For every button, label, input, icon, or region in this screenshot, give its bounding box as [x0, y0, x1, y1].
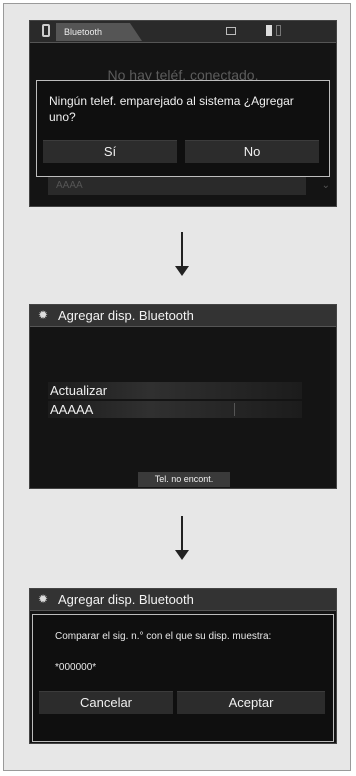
list-item-update[interactable]: Actualizar	[48, 382, 302, 399]
settings-gear-icon: ✹	[38, 592, 49, 606]
cancel-button[interactable]: Cancelar	[39, 691, 173, 714]
page-title: Agregar disp. Bluetooth	[58, 592, 194, 607]
settings-gear-icon: ✹	[38, 308, 49, 322]
phone-not-found-button[interactable]: Tel. no encont.	[138, 472, 230, 487]
screen-pairing-code: ✹ Agregar disp. Bluetooth Comparar el si…	[29, 588, 337, 744]
pairing-code: *000000*	[55, 662, 97, 673]
page-title: Agregar disp. Bluetooth	[58, 308, 194, 323]
phone-icon	[42, 24, 50, 37]
signal-icon	[226, 27, 236, 35]
down-arrow-icon	[175, 516, 189, 560]
tab-bluetooth[interactable]: Bluetooth	[56, 23, 142, 41]
row-divider	[234, 403, 235, 416]
screen-add-device: ✹ Agregar disp. Bluetooth Actualizar AAA…	[29, 304, 337, 489]
screen-no-phone-dialog: Bluetooth No hay teléf. conectado. AAAA …	[29, 20, 337, 207]
no-button[interactable]: No	[185, 140, 319, 163]
instruction-panel: Bluetooth No hay teléf. conectado. AAAA …	[3, 3, 351, 771]
status-bar: Bluetooth	[30, 21, 336, 43]
list-item-device[interactable]: AAAAA	[48, 401, 302, 418]
battery-icon	[266, 25, 272, 36]
accept-button[interactable]: Aceptar	[177, 691, 325, 714]
chevron-down-icon: ⌄	[321, 180, 330, 191]
yes-button[interactable]: Sí	[43, 140, 177, 163]
background-list-row: AAAA	[48, 177, 306, 195]
down-arrow-icon	[175, 232, 189, 276]
pairing-code-dialog: Comparar el sig. n.° con el que su disp.…	[32, 614, 334, 742]
pair-prompt-dialog: Ningún telef. emparejado al sistema ¿Agr…	[36, 80, 330, 177]
title-bar: ✹ Agregar disp. Bluetooth	[30, 589, 336, 611]
compare-message: Comparar el sig. n.° con el que su disp.…	[55, 631, 272, 642]
title-bar: ✹ Agregar disp. Bluetooth	[30, 305, 336, 327]
battery-secondary-icon	[276, 25, 281, 36]
dialog-message: Ningún telef. emparejado al sistema ¿Agr…	[49, 94, 294, 124]
